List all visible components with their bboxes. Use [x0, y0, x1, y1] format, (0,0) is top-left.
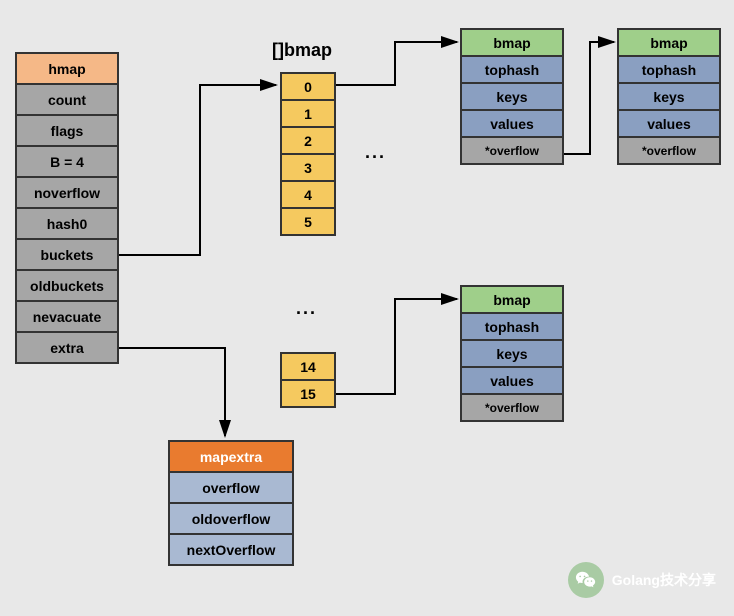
ellipsis-right: ... [365, 142, 386, 163]
field-extra: extra [15, 331, 119, 364]
mapextra-header: mapextra [168, 440, 294, 473]
ellipsis-mid: ... [296, 298, 317, 319]
bucket-1: 1 [280, 99, 336, 128]
array-title: []bmap [272, 40, 332, 61]
bmap-header: bmap [460, 285, 564, 314]
bmap-tophash: tophash [617, 55, 721, 84]
bucket-5: 5 [280, 207, 336, 236]
hmap-struct: hmap count flags B = 4 noverflow hash0 b… [15, 52, 119, 364]
bmap-keys: keys [460, 82, 564, 111]
bucket-3: 3 [280, 153, 336, 182]
field-nevacuate: nevacuate [15, 300, 119, 333]
bmap-header: bmap [617, 28, 721, 57]
bucket-14: 14 [280, 352, 336, 381]
bmap-overflow: *overflow [460, 393, 564, 422]
bucket-2: 2 [280, 126, 336, 155]
field-flags: flags [15, 114, 119, 147]
field-noverflow: noverflow [15, 176, 119, 209]
bmap-values: values [617, 109, 721, 138]
field-hash0: hash0 [15, 207, 119, 240]
bucket-array-bottom: 14 15 [280, 352, 336, 408]
field-buckets: buckets [15, 238, 119, 271]
bmap-overflow: *overflow [460, 136, 564, 165]
watermark: Golang技术分享 [568, 562, 716, 598]
bmap-values: values [460, 366, 564, 395]
bmap-tophash: tophash [460, 55, 564, 84]
bmap-struct-1: bmap tophash keys values *overflow [460, 28, 564, 165]
field-b: B = 4 [15, 145, 119, 178]
bucket-4: 4 [280, 180, 336, 209]
bucket-array-top: 0 1 2 3 4 5 [280, 72, 336, 236]
field-count: count [15, 83, 119, 116]
bmap-tophash: tophash [460, 312, 564, 341]
bucket-15: 15 [280, 379, 336, 408]
wechat-icon [568, 562, 604, 598]
mapextra-struct: mapextra overflow oldoverflow nextOverfl… [168, 440, 294, 566]
bmap-keys: keys [460, 339, 564, 368]
bmap-header: bmap [460, 28, 564, 57]
mapextra-overflow: overflow [168, 471, 294, 504]
bucket-0: 0 [280, 72, 336, 101]
field-oldbuckets: oldbuckets [15, 269, 119, 302]
hmap-header: hmap [15, 52, 119, 85]
bmap-struct-3: bmap tophash keys values *overflow [460, 285, 564, 422]
bmap-overflow: *overflow [617, 136, 721, 165]
watermark-text: Golang技术分享 [612, 570, 716, 590]
bmap-values: values [460, 109, 564, 138]
bmap-struct-2: bmap tophash keys values *overflow [617, 28, 721, 165]
mapextra-nextoverflow: nextOverflow [168, 533, 294, 566]
bmap-keys: keys [617, 82, 721, 111]
mapextra-oldoverflow: oldoverflow [168, 502, 294, 535]
